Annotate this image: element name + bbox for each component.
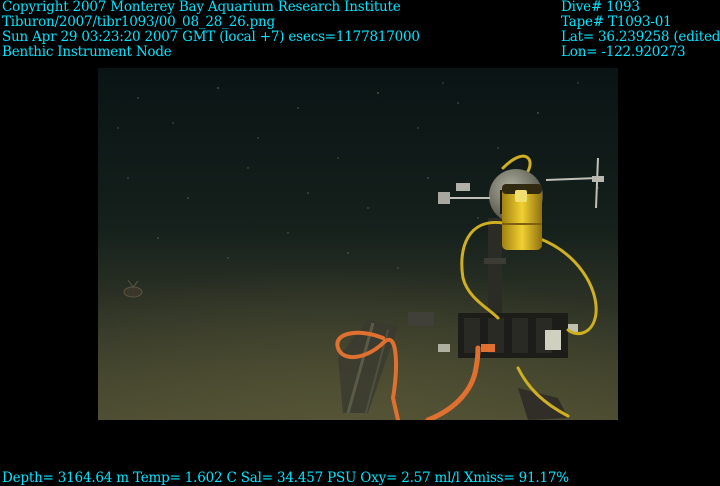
longitude-text: Lon= -122.920273 [561,44,686,60]
tape-number-text: Tape# T1093-01 [561,14,672,30]
latitude-text: Lat= 36.239258 (edited) [561,29,720,45]
timestamp-text: Sun Apr 29 03:23:20 2007 GMT (local +7) … [2,29,420,45]
seafloor-scene [98,68,618,420]
yellow-cylinder [502,184,542,250]
telemetry-text: Depth= 3164.64 m Temp= 1.602 C Sal= 34.4… [2,470,569,486]
overlay-bottom-telemetry: Depth= 3164.64 m Temp= 1.602 C Sal= 34.4… [2,471,569,486]
overlay-top-right: Dive# 1093 Tape# T1093-01 Lat= 36.239258… [561,0,720,60]
copyright-text: Copyright 2007 Monterey Bay Aquarium Res… [2,0,401,15]
subject-text: Benthic Instrument Node [2,44,172,60]
dive-number-text: Dive# 1093 [561,0,640,15]
overlay-top-left: Copyright 2007 Monterey Bay Aquarium Res… [2,0,420,60]
junction-box [438,313,578,358]
camera-frame [98,68,618,420]
file-path-text: Tiburon/2007/tibr1093/00_08_28_26.png [2,14,275,30]
